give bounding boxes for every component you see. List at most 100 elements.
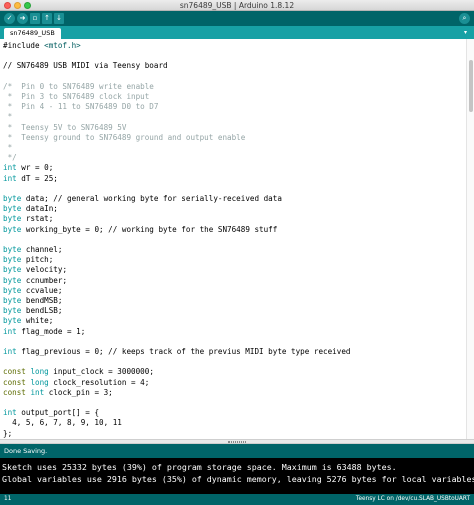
code-token: byte — [3, 296, 22, 305]
code-token: * Teensy ground to SN76489 ground and ou… — [3, 132, 246, 142]
serial-monitor-button[interactable]: ⌕ — [459, 13, 470, 24]
code-token: clock_pin = 3; — [44, 387, 113, 397]
code-token: int — [3, 326, 17, 336]
code-line: byte ccnumber; — [3, 276, 67, 286]
code-token: byte — [3, 224, 22, 234]
code-line: int wr = 0; — [3, 163, 53, 173]
verify-button[interactable]: ✓ — [4, 13, 15, 24]
arrow-right-icon: ➜ — [19, 14, 26, 22]
tab-sn76489-usb[interactable]: sn76489_USB — [4, 28, 61, 39]
new-button[interactable]: ▫ — [30, 13, 40, 24]
status-message: Done Saving. — [4, 447, 48, 455]
code-token: * Pin 4 - 11 to SN76489 D0 to D7 — [3, 102, 159, 112]
code-token: const — [3, 387, 26, 397]
code-token: 4, 5, 6, 7, 8, 9, 10, 11 — [3, 418, 122, 428]
code-token: byte — [3, 214, 22, 224]
code-token: bendLSB; — [21, 306, 63, 316]
code-token: int — [3, 173, 17, 183]
code-line: 4, 5, 6, 7, 8, 9, 10, 11 — [3, 418, 122, 428]
code-line: const int clock_pin = 3; — [3, 388, 113, 398]
code-token: const — [3, 377, 26, 387]
code-token: byte — [3, 306, 22, 316]
code-token: * Pin 3 to SN76489 clock input — [3, 92, 150, 101]
code-token: byte — [3, 255, 22, 265]
code-token: int — [30, 387, 45, 397]
code-token: input_clock = 3000000; — [48, 367, 154, 377]
code-token: wr = 0; — [16, 163, 54, 173]
code-line: byte channel; — [3, 245, 62, 255]
code-token: channel; — [21, 245, 63, 254]
code-line: byte bendMSB; — [3, 296, 62, 306]
code-token: /* Pin 0 to SN76489 write enable — [3, 81, 154, 91]
upload-button[interactable]: ➜ — [17, 13, 28, 24]
arrow-down-icon: ↓ — [56, 14, 62, 22]
checkmark-icon: ✓ — [6, 14, 13, 22]
code-line: int flag_previous = 0; // keeps track of… — [3, 347, 350, 357]
code-token: dT = 25; — [16, 173, 58, 183]
code-token: data; // general working byte for serial… — [21, 194, 282, 203]
code-token: * — [3, 143, 13, 152]
code-token: flag_mode = 1; — [16, 326, 86, 336]
code-token: */ — [3, 153, 17, 163]
console-line: Global variables use 2916 bytes (35%) of… — [2, 473, 474, 484]
console-output[interactable]: Sketch uses 25332 bytes (39%) of program… — [0, 458, 474, 494]
status-bar: Done Saving. — [0, 444, 474, 458]
code-token: white; — [21, 316, 54, 326]
code-line: byte bendLSB; — [3, 306, 62, 316]
code-token: clock_resolution = 4; — [48, 377, 150, 387]
code-line: byte rstat; — [3, 214, 53, 224]
line-number: 11 — [4, 496, 12, 502]
code-token: bendMSB; — [21, 296, 63, 305]
open-button[interactable]: ↑ — [42, 13, 52, 24]
board-port-info: Teensy LC on /dev/cu.SLAB_USBtoUART — [355, 496, 470, 502]
tab-menu-chevron-down-icon[interactable]: ▾ — [461, 28, 470, 37]
code-token: long — [30, 367, 49, 377]
code-line: }; — [3, 429, 12, 439]
editor-vertical-scrollbar[interactable] — [466, 39, 474, 439]
editor-scroll-thumb[interactable] — [469, 60, 473, 112]
console-line: Sketch uses 25332 bytes (39%) of program… — [2, 462, 397, 472]
tab-bar: sn76489_USB ▾ — [0, 26, 474, 39]
code-line: */ — [3, 153, 17, 163]
code-line: const long input_clock = 3000000; — [3, 367, 154, 377]
code-line: * — [3, 143, 13, 153]
title-bar: sn76489_USB | Arduino 1.8.12 — [0, 0, 474, 11]
code-token: * — [3, 112, 13, 122]
code-token: byte — [3, 285, 22, 295]
code-line: const long clock_resolution = 4; — [3, 378, 149, 388]
code-token: <mtof.h> — [44, 41, 81, 50]
code-editor[interactable]: #include <mtof.h> // SN76489 USB MIDI via… — [0, 39, 466, 439]
window-title: sn76489_USB | Arduino 1.8.12 — [179, 1, 295, 10]
code-token: pitch; — [21, 255, 54, 265]
code-line: * Pin 3 to SN76489 clock input — [3, 92, 150, 102]
code-line: * Teensy ground to SN76489 ground and ou… — [3, 132, 246, 143]
code-token: // SN76489 USB MIDI via Teensy board — [3, 61, 168, 71]
code-token: byte — [3, 275, 22, 285]
save-button[interactable]: ↓ — [54, 13, 64, 24]
code-token: byte — [3, 204, 22, 214]
splitter-grip-icon — [228, 441, 246, 443]
code-line: byte working_byte = 0; // working byte f… — [3, 225, 277, 235]
code-token: int — [3, 408, 17, 418]
code-token: flag_previous = 0; // keeps track of the… — [16, 347, 351, 356]
code-line: * — [3, 112, 13, 122]
code-token: const — [3, 367, 26, 377]
code-line: byte white; — [3, 316, 53, 326]
code-token: byte — [3, 265, 22, 275]
code-token: long — [30, 377, 49, 387]
code-token: byte — [3, 316, 22, 326]
code-token: dataIn; — [21, 204, 58, 214]
code-line: int output_port[] = { — [3, 408, 99, 418]
arrow-up-icon: ↑ — [44, 14, 50, 22]
code-token: velocity; — [21, 265, 68, 275]
code-token: int — [3, 347, 17, 356]
code-token: int — [3, 163, 17, 173]
code-line: int flag_mode = 1; — [3, 327, 85, 337]
code-token: output_port[] = { — [16, 408, 100, 418]
code-token: ccnumber; — [21, 275, 68, 285]
code-token: ccvalue; — [21, 285, 63, 295]
code-token: }; — [3, 428, 13, 438]
toolbar: ⌕ ✓ ➜ ▫ ↑ ↓ — [0, 11, 474, 26]
code-token: * Teensy 5V to SN76489 5V — [3, 122, 127, 132]
new-file-icon: ▫ — [32, 14, 38, 22]
